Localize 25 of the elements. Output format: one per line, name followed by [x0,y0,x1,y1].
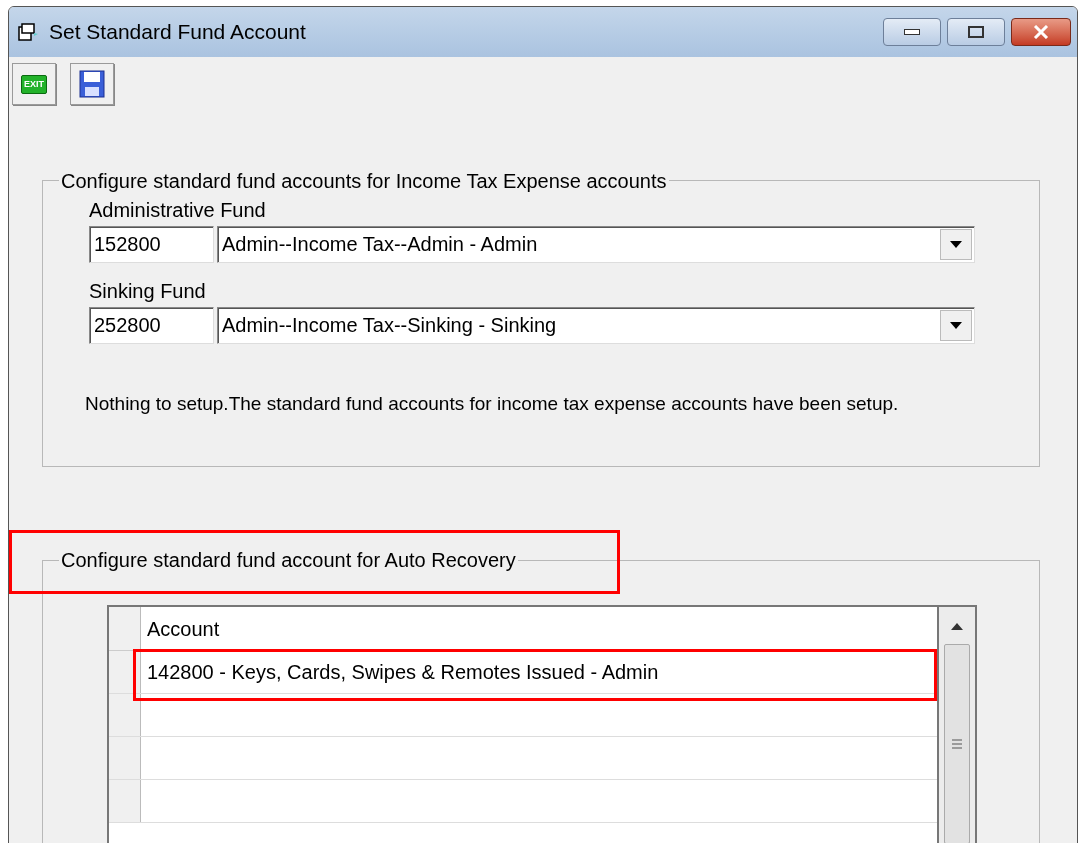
close-button[interactable] [1011,18,1071,46]
scroll-thumb[interactable] [944,644,970,843]
table-cell-text: 142800 - Keys, Cards, Swipes & Remotes Issued - Admin [147,660,659,685]
scroll-up-icon [951,623,963,630]
scrollbar[interactable] [937,607,975,843]
row-header [109,607,141,650]
window-icon [17,22,39,42]
maximize-icon [968,26,984,38]
status-message: Nothing to setup.The standard fund accounts for income tax expense accounts have been setup. [85,391,900,416]
code-field[interactable]: 252800 [89,306,214,344]
group-title: Configure standard fund account for Auto Recovery [61,549,516,571]
maximize-button[interactable] [947,18,1005,46]
minimize-icon [904,29,920,35]
code-field[interactable]: 152800 [89,225,214,263]
window-title: Set Standard Fund Account [49,19,306,46]
group-title: Configure standard fund accounts for Income Tax Expense accounts [60,168,668,194]
field-label: Administrative Fund [89,197,267,223]
account-dropdown[interactable]: Admin--Income Tax--Admin - Admin [217,225,975,263]
minimize-button[interactable] [883,18,941,46]
row-header[interactable] [109,694,141,736]
field-label: Sinking Fund [89,278,207,304]
close-icon [1033,25,1049,39]
save-button[interactable] [70,63,114,105]
account-dropdown[interactable]: Admin--Income Tax--Sinking - Sinking [217,306,975,344]
column-header[interactable]: Account [141,607,937,650]
